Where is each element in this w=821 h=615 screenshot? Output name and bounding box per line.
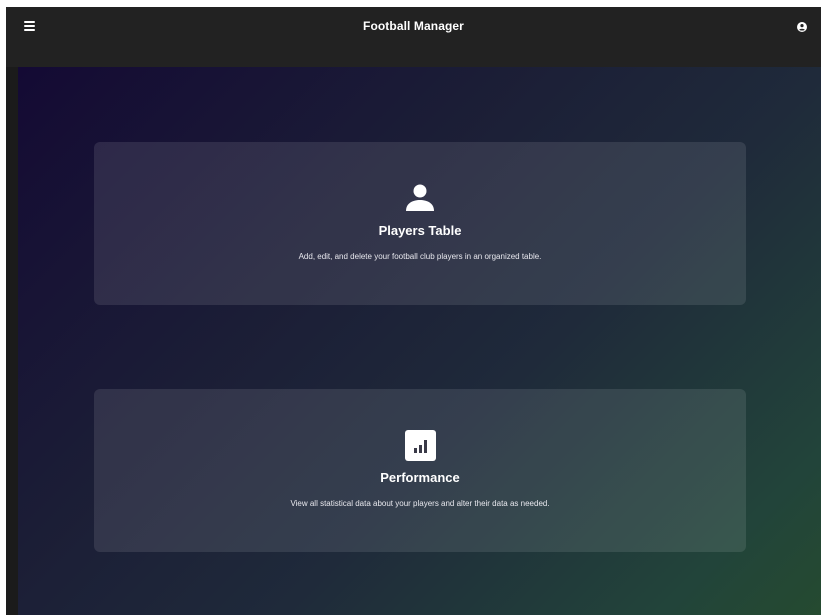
app-title: Football Manager [363,19,464,33]
bar-chart-icon [405,430,436,461]
performance-description: View all statistical data about your pla… [290,499,550,508]
account-circle-icon[interactable] [795,20,809,34]
players-table-description: Add, edit, and delete your football club… [298,252,542,261]
app-window: Football Manager Players Table Add, edit… [6,7,821,615]
performance-title: Performance [380,470,460,485]
players-table-title: Players Table [378,223,462,238]
dashboard-content: Players Table Add, edit, and delete your… [18,67,821,615]
person-icon [406,184,434,211]
top-app-bar: Football Manager [6,7,821,67]
players-table-card[interactable]: Players Table Add, edit, and delete your… [94,142,746,305]
performance-card[interactable]: Performance View all statistical data ab… [94,389,746,552]
